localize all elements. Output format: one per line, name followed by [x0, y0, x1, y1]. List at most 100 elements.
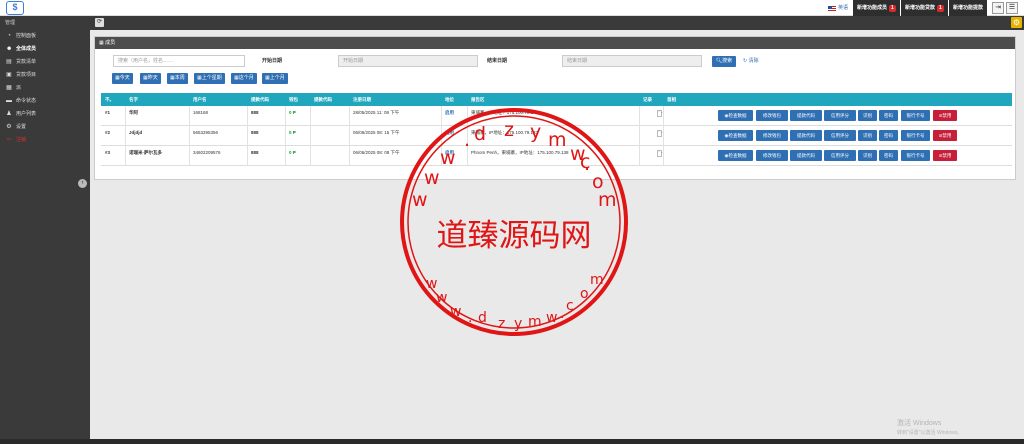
fullscreen-icon[interactable]: ⇥ [992, 2, 1004, 14]
disable-button[interactable]: ⊘禁用 [933, 130, 957, 141]
sidebar-item-settings[interactable]: ⚙ 设置 [0, 121, 90, 134]
withdraw-code-button[interactable]: 提款代码 [790, 130, 822, 141]
quick-range-today[interactable]: ▦今天 [112, 73, 133, 84]
identify-button[interactable]: 识别 [858, 110, 877, 121]
search-input[interactable]: 搜索（用户名，姓名…… [113, 55, 245, 67]
cell-no: #3 [105, 150, 111, 155]
menu-icon[interactable]: ☰ [1006, 2, 1018, 14]
cell-no: #2 [105, 130, 111, 135]
check-data-button[interactable]: ◉检查数据 [718, 130, 753, 141]
identify-button[interactable]: 识别 [858, 130, 877, 141]
sidebar-item-dashboard[interactable]: ◔ 控制面板 [0, 30, 90, 43]
edit-wallet-button[interactable]: 修改钱包 [756, 150, 788, 161]
record-stepper[interactable]: ⌃⌄ [657, 110, 663, 117]
logout-icon: ⇦ [6, 137, 12, 143]
notification-label: 新增功能提款 [953, 5, 984, 11]
svg-text:y: y [530, 121, 541, 143]
notification-new-loans[interactable]: 新增功能贷款 1 [901, 0, 948, 16]
quick-range-label: 昨天 [147, 75, 158, 81]
record-stepper[interactable]: ⌃⌄ [657, 150, 663, 157]
cell-username: 34602209576 [193, 150, 221, 155]
password-button[interactable]: 密码 [879, 130, 898, 141]
password-button[interactable]: 密码 [879, 150, 898, 161]
action-label: 禁用 [942, 153, 952, 158]
quick-range-last-week[interactable]: ▦上个星期 [194, 73, 225, 84]
svg-text:w: w [450, 304, 461, 320]
sidebar-item-loan-list[interactable]: ▤ 贷款清单 [0, 56, 90, 69]
sidebar-item-label: 命令状态 [16, 98, 37, 104]
col-primary: 首相 [667, 97, 676, 102]
watermark-center-text: 道臻源码网 [437, 218, 592, 254]
svg-text:m: m [590, 272, 604, 288]
notification-count-badge: 1 [889, 4, 896, 12]
sidebar-item-members[interactable]: ☻ 全体成员 [0, 43, 90, 56]
quick-range-last-month[interactable]: ▦上个月 [262, 73, 288, 84]
reset-link[interactable]: ↻ 清除 [743, 56, 759, 67]
sidebar-item-dispatch[interactable]: ▦ 派 [0, 82, 90, 95]
quick-range-this-month[interactable]: ▦这个月 [231, 73, 257, 84]
bank-card-button[interactable]: 银行卡号 [901, 130, 930, 141]
notification-new-members[interactable]: 新增功能成员 1 [853, 0, 900, 16]
quick-range-yesterday[interactable]: ▦昨天 [140, 73, 161, 84]
svg-text:m: m [598, 189, 617, 211]
disable-button[interactable]: ⊘禁用 [933, 110, 957, 121]
check-data-button[interactable]: ◉检查数据 [718, 150, 753, 161]
credit-score-button[interactable]: 信用评分 [824, 110, 856, 121]
bottom-bar [0, 439, 1024, 444]
cell-wallet: 0 ₱ [289, 150, 296, 155]
settings-gear-icon[interactable]: ⚙ [1011, 17, 1022, 28]
sidebar-item-label: 控制面板 [16, 33, 37, 39]
sidebar-item-loan-projects[interactable]: ▣ 贷款项目 [0, 69, 90, 82]
bank-card-button[interactable]: 银行卡号 [901, 150, 930, 161]
notification-label: 新增功能成员 [857, 5, 888, 11]
cell-username: 5653295356 [193, 130, 219, 135]
identify-button[interactable]: 识别 [858, 150, 877, 161]
bank-card-button[interactable]: 银行卡号 [901, 110, 930, 121]
cell-name: 华阿 [129, 110, 138, 115]
top-bar: $ 英语 新增功能成员 1 新增功能贷款 1 新增功能提款 ⇥ ☰ [0, 0, 1024, 16]
sidebar-item-label: 用户列表 [16, 111, 37, 117]
credit-score-button[interactable]: 信用评分 [824, 130, 856, 141]
sidebar-item-label: 派 [16, 85, 22, 91]
refresh-icon[interactable]: ⟳ [95, 18, 104, 27]
check-data-button[interactable]: ◉检查数据 [718, 110, 753, 121]
sidebar-collapse-icon[interactable]: ‹ [78, 179, 87, 188]
credit-score-button[interactable]: 信用评分 [824, 150, 856, 161]
action-label: 禁用 [942, 113, 952, 118]
sidebar-item-order-status[interactable]: ▬ 命令状态 [0, 95, 90, 108]
svg-text:z: z [498, 316, 505, 332]
sidebar-item-logout[interactable]: ⇦ 注销 [0, 134, 90, 147]
sidebar-item-user-list[interactable]: ♟ 用户列表 [0, 108, 90, 121]
col-report: 报告区 [471, 97, 485, 102]
withdraw-code-button[interactable]: 提款代码 [790, 110, 822, 121]
search-button[interactable]: 🔍︎搜索 [712, 56, 736, 67]
disable-button[interactable]: ⊘禁用 [933, 150, 957, 161]
user-icon: ♟ [6, 111, 12, 117]
record-stepper[interactable]: ⌃⌄ [657, 130, 663, 137]
os-activation-subtitle: 转到"设置"以激活 Windows。 [897, 430, 963, 436]
reset-label: 清除 [748, 58, 759, 64]
grid-icon: ▦ [6, 85, 12, 91]
end-date-input[interactable]: 结束日期 [562, 55, 702, 67]
app-logo[interactable]: $ [6, 1, 24, 15]
sidebar-item-label: 注销 [16, 137, 27, 143]
start-date-input[interactable]: 开始日期 [338, 55, 478, 67]
password-button[interactable]: 密码 [879, 110, 898, 121]
edit-wallet-button[interactable]: 修改钱包 [756, 130, 788, 141]
os-activation-title: 激活 Windows [897, 420, 942, 427]
sidebar-item-label: 贷款项目 [16, 72, 37, 78]
svg-text:w: w [424, 167, 440, 189]
notification-new-withdrawals[interactable]: 新增功能提款 [949, 0, 988, 16]
svg-text:w: w [440, 147, 456, 169]
withdraw-code-button[interactable]: 提款代码 [790, 150, 822, 161]
action-label: 检查数据 [728, 113, 747, 118]
language-selector[interactable]: 英语 [828, 0, 848, 16]
edit-wallet-button[interactable]: 修改钱包 [756, 110, 788, 121]
quick-range-this-week[interactable]: ▦本周 [167, 73, 188, 84]
panel-title: 成员 [105, 40, 116, 46]
svg-text:w: w [436, 290, 447, 306]
quick-range-label: 本周 [174, 75, 185, 81]
sidebar-item-label: 设置 [16, 124, 27, 130]
col-username: 用户名 [193, 97, 207, 102]
end-date-label: 结束日期 [487, 58, 508, 64]
